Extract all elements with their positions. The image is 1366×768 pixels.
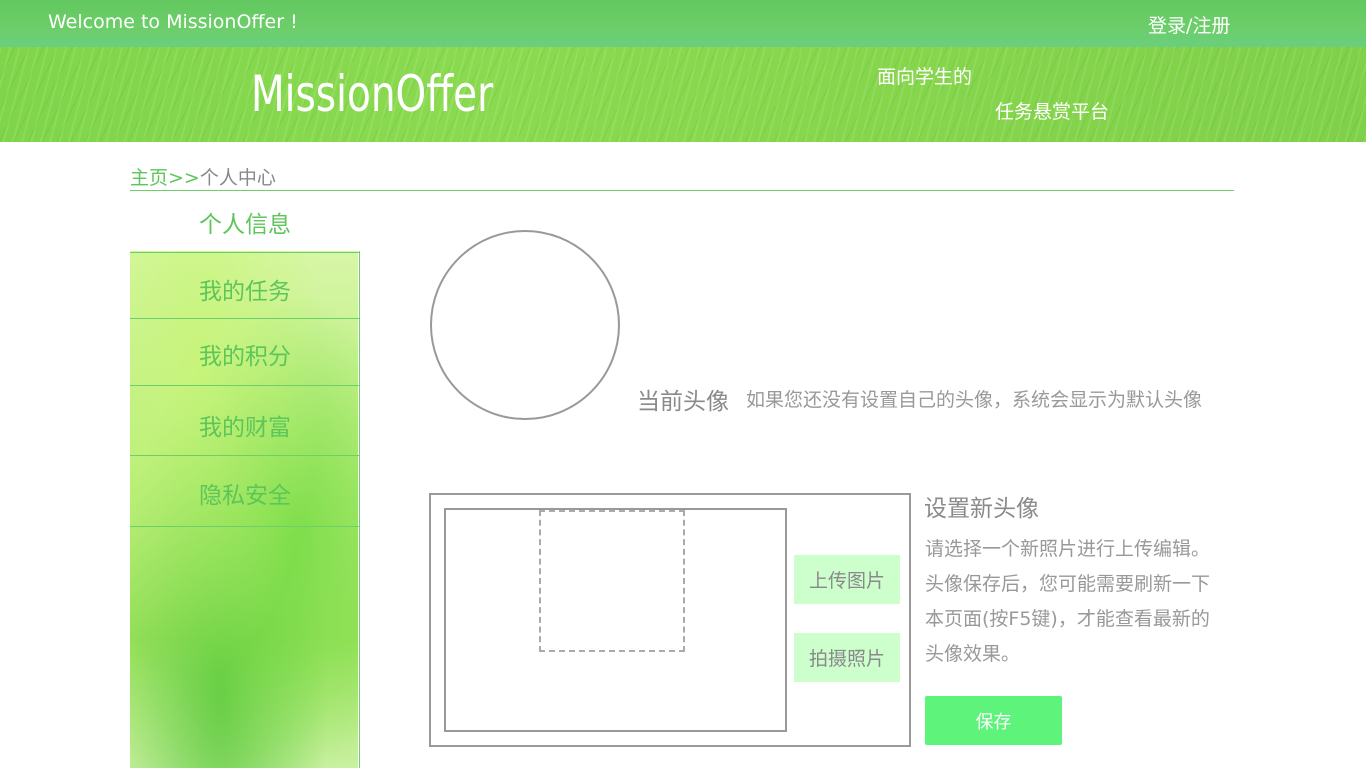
sidebar-item-my-tasks[interactable]: 我的任务 [130, 272, 360, 306]
slogan-line-2: 任务悬赏平台 [995, 101, 1110, 123]
save-button[interactable]: 保存 [925, 696, 1062, 745]
set-new-avatar-title: 设置新头像 [924, 496, 1039, 522]
banner: MissionOffer 面向学生的 任务悬赏平台 [0, 47, 1366, 142]
current-avatar [430, 230, 620, 420]
description-line: 头像效果。 [925, 643, 1021, 665]
description-line: 头像保存后，您可能需要刷新一下 [925, 573, 1211, 595]
sidebar-item-personal-info[interactable]: 个人信息 [130, 205, 360, 239]
description-line: 请选择一个新照片进行上传编辑。 [925, 538, 1211, 560]
top-bar: Welcome to MissionOffer ! 登录/注册 [0, 0, 1366, 47]
crop-selection-box[interactable] [539, 510, 685, 652]
breadcrumb-current: 个人中心 [199, 167, 276, 189]
description-line: 本页面(按F5键)，才能查看最新的 [925, 608, 1210, 630]
take-photo-button[interactable]: 拍摄照片 [794, 633, 900, 682]
sidebar-item-my-points[interactable]: 我的积分 [130, 337, 360, 371]
breadcrumb: 主页>>个人中心 [130, 163, 276, 190]
sidebar-divider [130, 385, 360, 386]
breadcrumb-home-link[interactable]: 主页 [130, 167, 168, 189]
breadcrumb-separator: >> [168, 167, 200, 189]
sidebar-divider [130, 252, 360, 253]
sidebar: 个人信息 我的任务 我的积分 我的财富 隐私安全 [130, 191, 360, 768]
sidebar-item-my-wealth[interactable]: 我的财富 [130, 408, 360, 442]
sidebar-item-privacy-security[interactable]: 隐私安全 [130, 476, 360, 510]
slogan-line-1: 面向学生的 [877, 66, 973, 88]
sidebar-divider [130, 318, 360, 319]
upload-image-button[interactable]: 上传图片 [794, 555, 900, 604]
sidebar-divider [130, 526, 360, 527]
site-logo[interactable]: MissionOffer [251, 65, 493, 123]
set-new-avatar-description: 请选择一个新照片进行上传编辑。 头像保存后，您可能需要刷新一下 本页面(按F5键… [925, 532, 1235, 672]
current-avatar-label: 当前头像 [637, 389, 729, 415]
current-avatar-hint: 如果您还没有设置自己的头像，系统会显示为默认头像 [746, 389, 1203, 411]
login-register-link[interactable]: 登录/注册 [1148, 11, 1230, 38]
welcome-text: Welcome to MissionOffer ! [48, 11, 298, 33]
sidebar-divider [130, 455, 360, 456]
